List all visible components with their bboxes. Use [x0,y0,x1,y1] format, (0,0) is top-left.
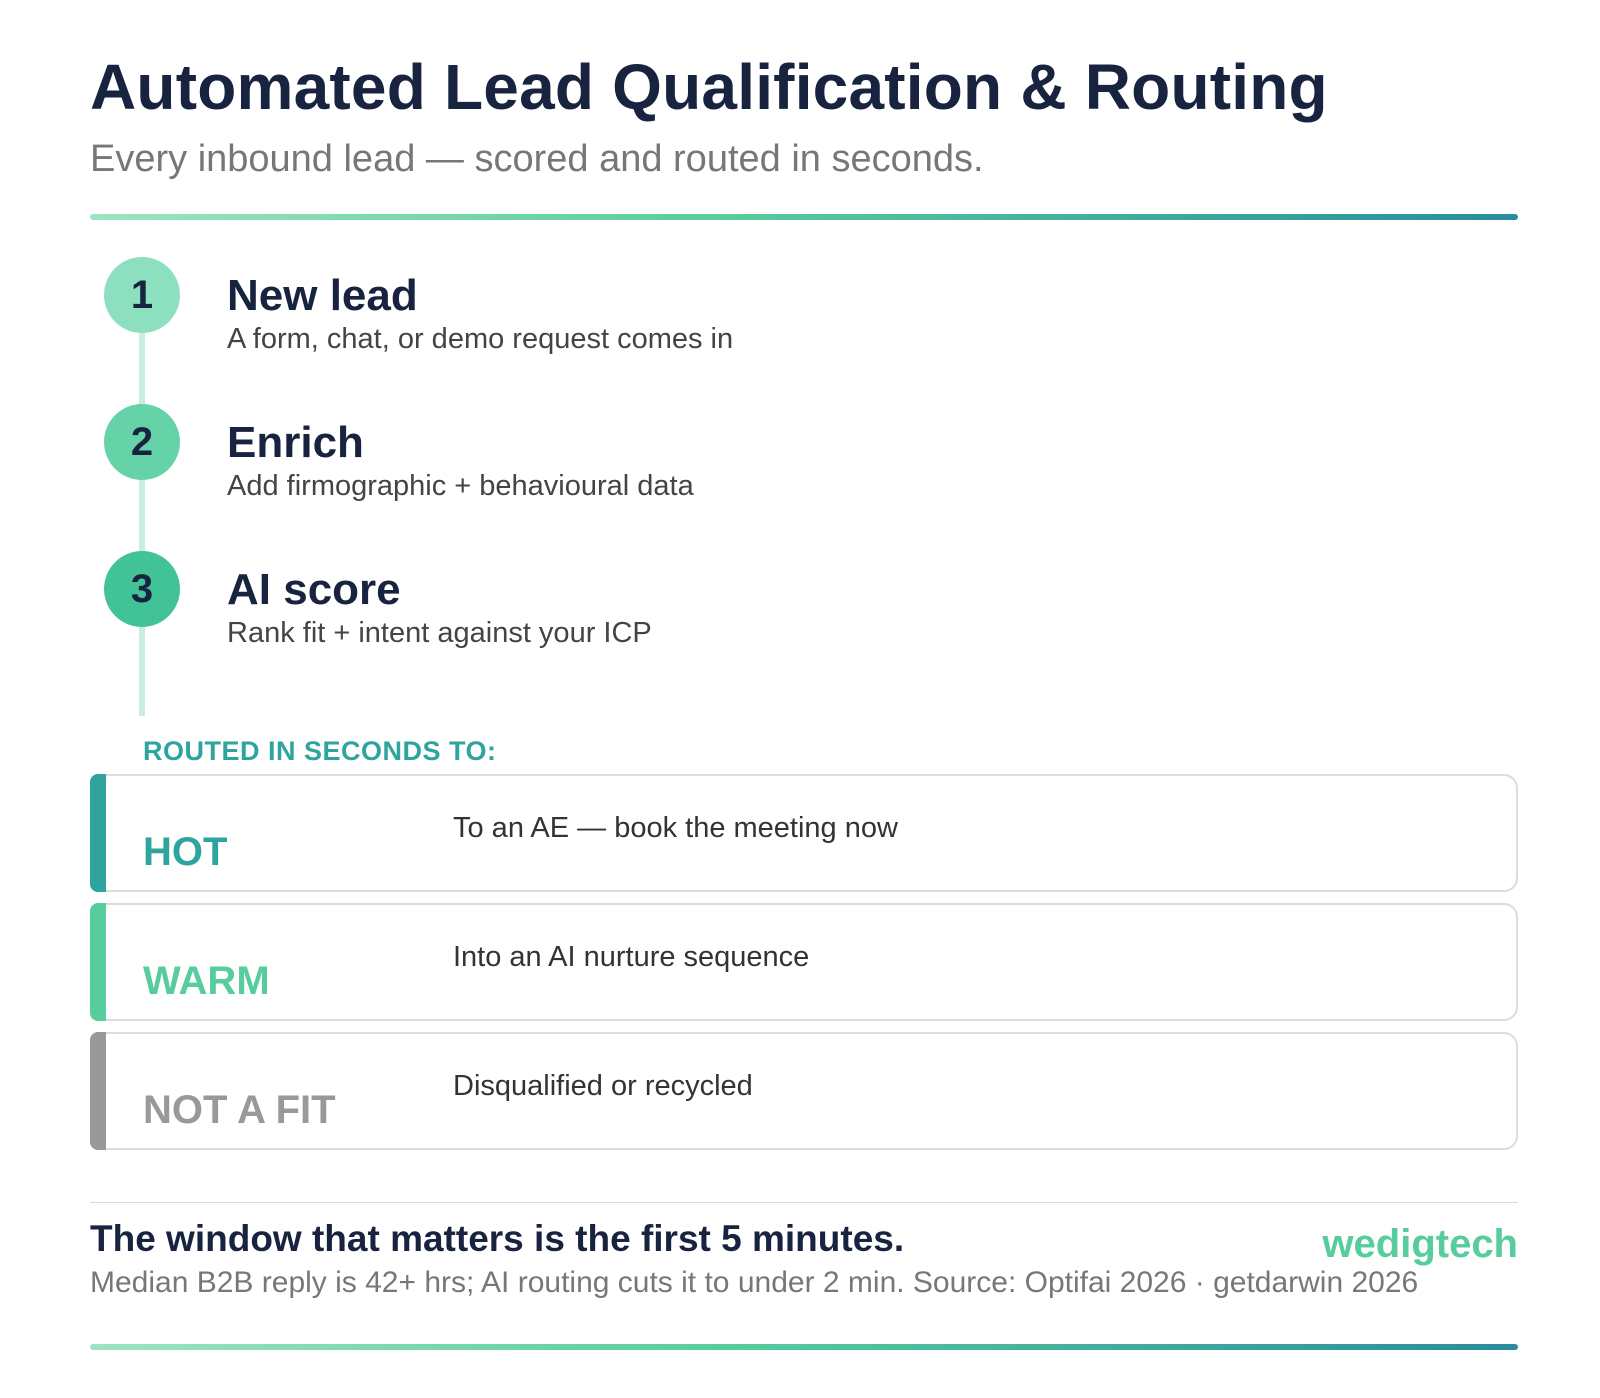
step-title: AI score [227,565,401,614]
step-new-lead: 1 New lead A form, chat, or demo request… [90,257,1090,355]
route-accent-bar [90,1032,106,1150]
footer-divider [90,1202,1518,1203]
route-description: To an AE — book the meeting now [453,812,898,844]
step-number-badge: 1 [104,257,180,333]
step-number-badge: 2 [104,404,180,480]
route-accent-bar [90,903,106,1021]
route-description: Disqualified or recycled [453,1070,753,1102]
route-name: WARM [143,959,270,1003]
page-title: Automated Lead Qualification & Routing [90,51,1328,123]
route-accent-bar [90,774,106,892]
step-description: Add firmographic + behavioural data [227,470,694,502]
step-enrich: 2 Enrich Add firmographic + behavioural … [90,404,1090,502]
route-name: HOT [143,830,228,874]
brand-logo-text: wedigtech [1322,1222,1518,1266]
step-ai-score: 3 AI score Rank fit + intent against you… [90,551,1090,649]
footer-source-note: Median B2B reply is 42+ hrs; AI routing … [90,1266,1419,1299]
route-name: NOT A FIT [143,1088,336,1132]
step-description: A form, chat, or demo request comes in [227,323,734,355]
step-number-badge: 3 [104,551,180,627]
step-title: Enrich [227,418,364,467]
step-title: New lead [227,271,418,320]
route-card-warm: WARM Into an AI nurture sequence [90,903,1518,1021]
top-gradient-divider [90,214,1518,220]
step-description: Rank fit + intent against your ICP [227,617,652,649]
timeline-connector [139,300,145,716]
route-card-hot: HOT To an AE — book the meeting now [90,774,1518,892]
bottom-gradient-divider [90,1344,1518,1350]
route-card-not-a-fit: NOT A FIT Disqualified or recycled [90,1032,1518,1150]
routing-section-label: ROUTED IN SECONDS TO: [143,736,497,766]
infographic: Automated Lead Qualification & Routing E… [90,0,1518,1398]
footer-headline: The window that matters is the first 5 m… [90,1218,905,1259]
page-subtitle: Every inbound lead — scored and routed i… [90,138,984,180]
route-description: Into an AI nurture sequence [453,941,810,973]
